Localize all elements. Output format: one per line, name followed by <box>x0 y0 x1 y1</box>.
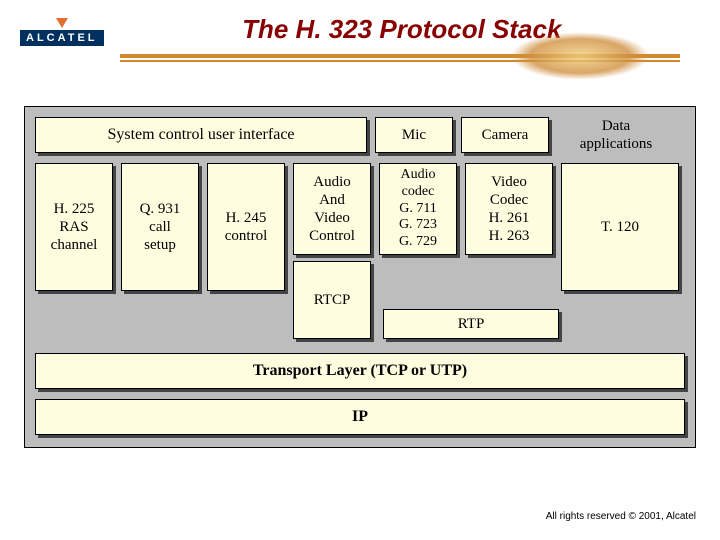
box-audio-codec: Audio codec G. 711 G. 723 G. 729 <box>379 163 457 255</box>
box-system-control: System control user interface <box>35 117 367 153</box>
box-data-applications: Data applications <box>557 117 675 153</box>
box-av-control: Audio And Video Control <box>293 163 371 255</box>
copyright-footer: All rights reserved © 2001, Alcatel <box>546 511 696 522</box>
header-divider <box>120 54 680 94</box>
box-mic: Mic <box>375 117 453 153</box>
header-graphic-icon <box>510 32 650 80</box>
logo-marker-icon <box>56 18 68 28</box>
protocol-stack-diagram: System control user interface Mic Camera… <box>24 106 696 448</box>
box-t120: T. 120 <box>561 163 679 291</box>
alcatel-logo: ALCATEL <box>20 18 104 46</box>
box-ip: IP <box>35 399 685 435</box>
box-q931: Q. 931 call setup <box>121 163 199 291</box>
box-camera: Camera <box>461 117 549 153</box>
box-transport-layer: Transport Layer (TCP or UTP) <box>35 353 685 389</box>
box-h245: H. 245 control <box>207 163 285 291</box>
box-rtcp: RTCP <box>293 261 371 339</box>
box-rtp: RTP <box>383 309 559 339</box>
logo-text: ALCATEL <box>20 30 104 46</box>
box-video-codec: Video Codec H. 261 H. 263 <box>465 163 553 255</box>
box-h225: H. 225 RAS channel <box>35 163 113 291</box>
